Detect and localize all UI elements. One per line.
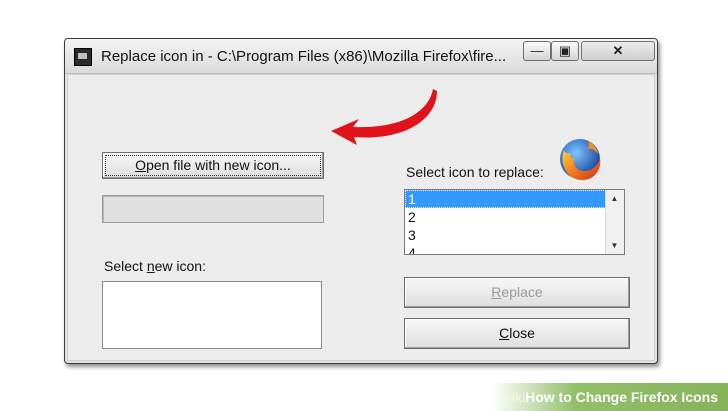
close-window-button[interactable]: ✕ [581, 41, 655, 61]
title-bar[interactable]: Replace icon in - C:\Program Files (x86)… [65, 39, 657, 74]
select-icon-to-replace-label: Select icon to replace: [406, 164, 544, 180]
listbox-scrollbar[interactable]: ▲ ▼ [605, 190, 624, 254]
icon-listbox[interactable]: 1234 ▲ ▼ [404, 189, 625, 255]
new-icon-list[interactable] [102, 281, 322, 349]
close-button[interactable]: Close [404, 318, 630, 349]
replace-button[interactable]: Replace [404, 277, 630, 308]
wikihow-watermark: wikiHow to Change Firefox Icons [492, 383, 728, 411]
window-title: Replace icon in - C:\Program Files (x86)… [101, 48, 507, 65]
open-file-button[interactable]: Open file with new icon... [102, 152, 324, 179]
scroll-up-icon[interactable]: ▲ [606, 190, 623, 207]
firefox-logo-icon [560, 139, 601, 180]
maximize-button[interactable]: ▣ [551, 41, 579, 61]
minimize-button[interactable]: — [523, 41, 551, 61]
icon-list-item[interactable]: 3 [405, 226, 606, 244]
select-new-icon-label: Select new icon: [104, 258, 206, 274]
icon-list-item[interactable]: 2 [405, 208, 606, 226]
icon-list-items: 1234 [405, 190, 606, 254]
icon-list-item[interactable]: 4 [405, 244, 606, 254]
red-pointer-arrow [331, 89, 437, 145]
icon-file-path-field [102, 195, 324, 223]
icon-list-item[interactable]: 1 [405, 190, 606, 208]
app-icon [74, 48, 92, 66]
scroll-down-icon[interactable]: ▼ [606, 237, 623, 254]
